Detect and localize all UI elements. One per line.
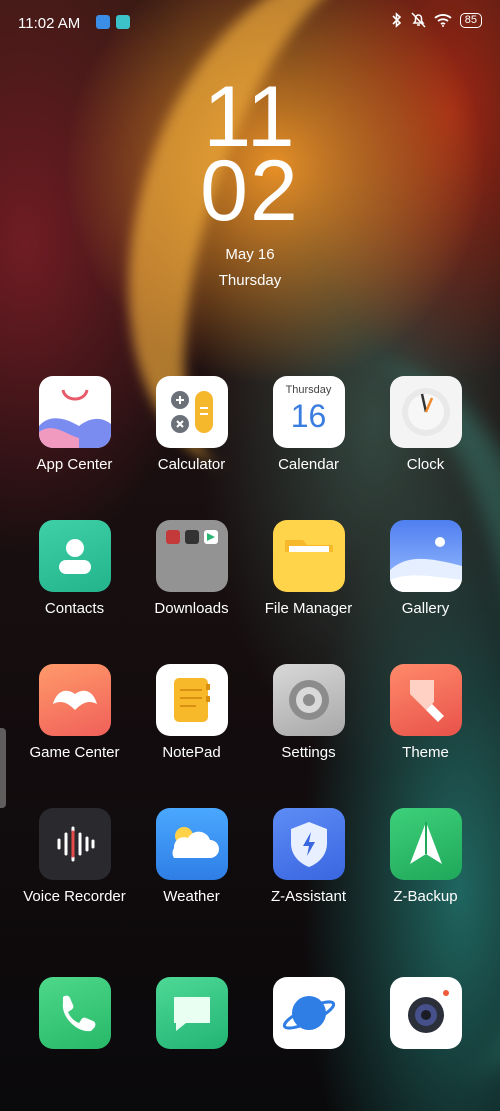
- shield-bolt-icon: [272, 808, 345, 880]
- edge-panel-handle[interactable]: [0, 728, 6, 808]
- app-gallery[interactable]: Gallery: [367, 520, 484, 640]
- status-time: 11:02 AM: [18, 15, 81, 32]
- calendar-notification-icon: [116, 15, 130, 29]
- app-label: Contacts: [44, 600, 105, 617]
- dock-messages[interactable]: [133, 977, 250, 1053]
- app-calculator[interactable]: Calculator: [133, 376, 250, 496]
- status-bar: 11:02 AM 85: [0, 0, 500, 46]
- app-theme[interactable]: Theme: [367, 664, 484, 784]
- calendar-icon-day: 16: [290, 398, 327, 434]
- app-file-manager[interactable]: File Manager: [250, 520, 367, 640]
- wifi-icon: [434, 14, 452, 27]
- app-settings[interactable]: Settings: [250, 664, 367, 784]
- clock-widget[interactable]: 11 02 May 16 Thursday: [0, 74, 500, 294]
- app-label: Z-Assistant: [270, 888, 346, 905]
- battery-icon: 85: [459, 12, 482, 28]
- app-label: Voice Recorder: [23, 888, 126, 905]
- dock-camera[interactable]: [367, 977, 484, 1053]
- app-label: App Center: [36, 456, 113, 473]
- app-label: File Manager: [264, 600, 353, 617]
- app-label: Z-Backup: [393, 888, 458, 905]
- app-label: Downloads: [154, 600, 229, 617]
- app-calendar[interactable]: Thursday 16 Calendar: [250, 376, 367, 496]
- calculator-icon: [155, 376, 228, 448]
- app-label: Calendar: [278, 456, 339, 473]
- app-z-backup[interactable]: Z-Backup: [367, 808, 484, 928]
- app-game-center[interactable]: Game Center: [16, 664, 133, 784]
- folder-icon: [155, 520, 228, 592]
- app-label: Settings: [281, 744, 336, 761]
- phone-icon: [38, 977, 111, 1049]
- app-voice-recorder[interactable]: Voice Recorder: [16, 808, 133, 928]
- clock-date: May 16: [225, 246, 275, 263]
- app-downloads[interactable]: Downloads: [133, 520, 250, 640]
- game-center-icon: [38, 664, 111, 736]
- dock: [16, 977, 484, 1053]
- theme-brush-icon: [389, 664, 462, 736]
- app-label: Theme: [402, 744, 449, 761]
- contacts-icon: [38, 520, 111, 592]
- app-app-center[interactable]: App Center: [16, 376, 133, 496]
- dock-browser[interactable]: [250, 977, 367, 1053]
- dock-phone[interactable]: [16, 977, 133, 1053]
- app-center-icon: [38, 376, 111, 448]
- gallery-icon: [389, 520, 462, 592]
- app-label: Clock: [406, 456, 445, 473]
- clock-icon: [389, 376, 462, 448]
- settings-gear-icon: [272, 664, 345, 736]
- calendar-icon: Thursday 16: [272, 376, 345, 448]
- muted-bell-icon: [411, 12, 426, 28]
- app-notification-icon: [96, 15, 110, 29]
- app-label: NotePad: [162, 744, 221, 761]
- app-contacts[interactable]: Contacts: [16, 520, 133, 640]
- app-label: Weather: [163, 888, 220, 905]
- app-z-assistant[interactable]: Z-Assistant: [250, 808, 367, 928]
- clock-minute: 02: [200, 143, 300, 239]
- calendar-icon-weekday: Thursday: [285, 384, 332, 396]
- file-manager-icon: [272, 520, 345, 592]
- browser-planet-icon: [272, 977, 345, 1049]
- app-clock[interactable]: Clock: [367, 376, 484, 496]
- app-label: Calculator: [157, 456, 226, 473]
- bluetooth-icon: [392, 12, 401, 28]
- app-grid: App Center Calculator Thursday 16 Calend…: [16, 376, 484, 928]
- voice-recorder-icon: [38, 808, 111, 880]
- app-notepad[interactable]: NotePad: [133, 664, 250, 784]
- camera-icon: [389, 977, 462, 1049]
- app-label: Gallery: [401, 600, 450, 617]
- z-backup-icon: [389, 808, 462, 880]
- notepad-icon: [155, 664, 228, 736]
- app-label: Game Center: [29, 744, 120, 761]
- clock-weekday: Thursday: [218, 272, 282, 289]
- app-weather[interactable]: Weather: [133, 808, 250, 928]
- weather-cloud-icon: [155, 808, 228, 880]
- messages-icon: [155, 977, 228, 1049]
